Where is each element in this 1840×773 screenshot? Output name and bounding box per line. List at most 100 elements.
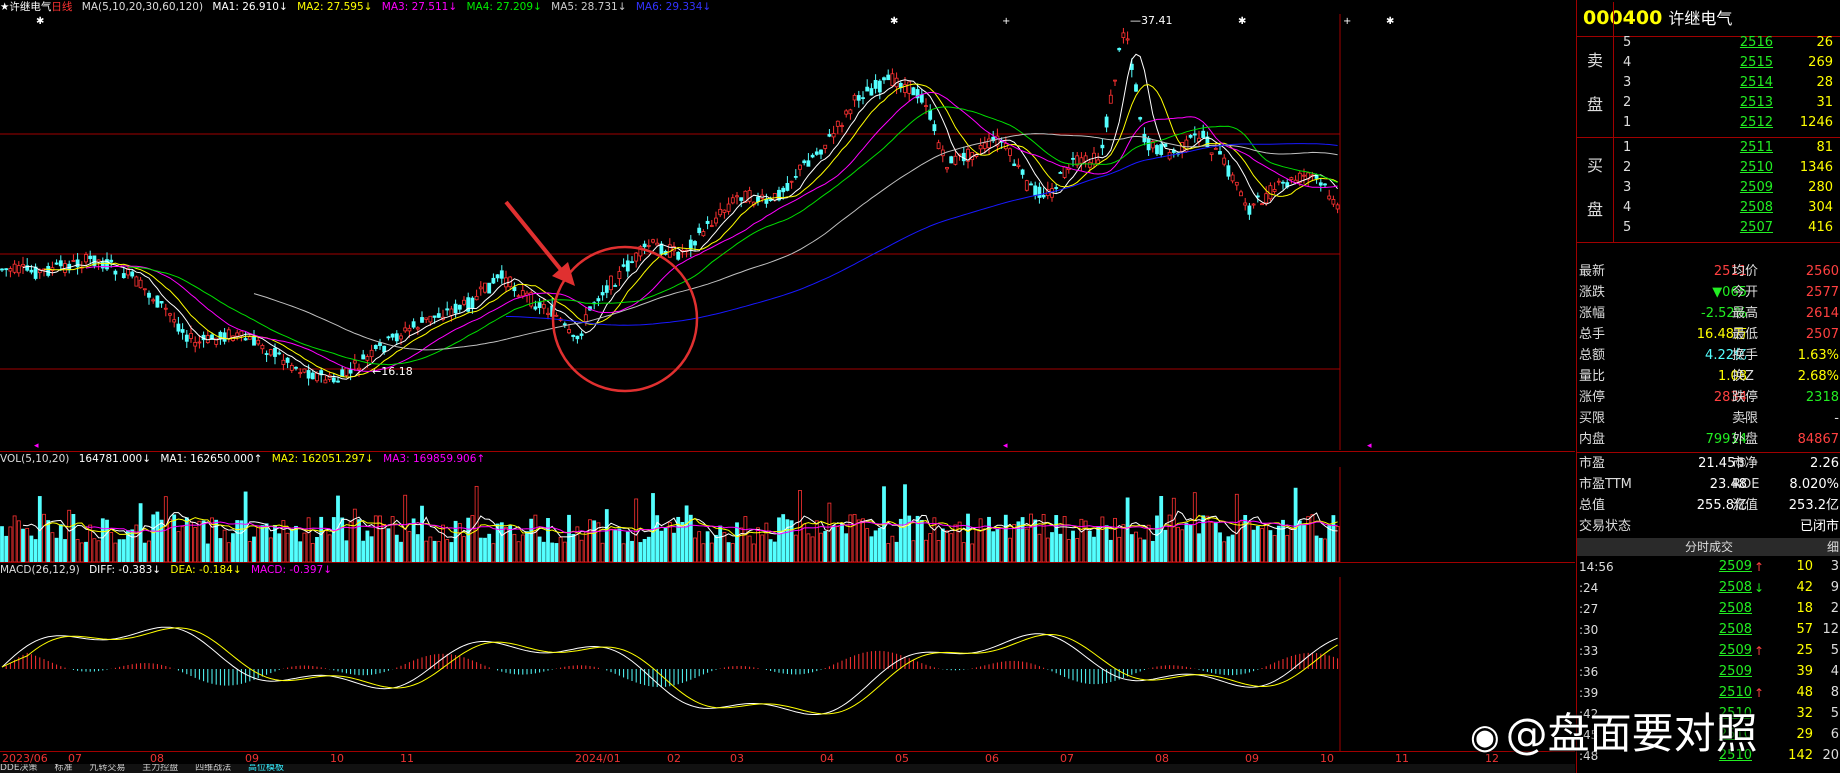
candle-body xyxy=(1218,151,1222,155)
volume-bar xyxy=(1293,487,1298,562)
candle-body xyxy=(331,377,336,383)
volume-bar xyxy=(1171,497,1176,562)
quote-panel: 000400 许继电气 卖盘 5 2516 26 4 2515 269 3 2514 28 2 251… xyxy=(1576,0,1840,773)
candle-body xyxy=(306,370,311,379)
sell-level-row[interactable]: 5 2516 26 xyxy=(1577,33,1840,53)
kline-chart[interactable]: —37.41 ←16.18 ✱ ✱ ✱ ✱ + + ◂ ◂ ◂ xyxy=(0,14,1575,450)
sell-level-row[interactable]: 4 2515 269 xyxy=(1577,53,1840,73)
tab-standard[interactable]: 标准 xyxy=(54,764,72,773)
candle-body xyxy=(432,315,437,318)
candle-body xyxy=(172,319,177,323)
volume-bar xyxy=(100,518,105,562)
tab-high-template[interactable]: 高位模板 xyxy=(248,764,284,773)
volume-bar xyxy=(386,528,391,562)
candle-body xyxy=(277,352,282,355)
volume-bar xyxy=(1184,522,1189,562)
candle-body xyxy=(987,138,991,149)
candle-body xyxy=(252,336,256,346)
volume-bar xyxy=(571,533,576,562)
volume-bar xyxy=(520,534,525,562)
candle-body xyxy=(184,334,189,342)
candle-body xyxy=(147,292,151,298)
tab-main-control[interactable]: 主力控盘 xyxy=(142,764,178,773)
sell-level-row[interactable]: 2 2513 31 xyxy=(1577,93,1840,113)
volume-bar xyxy=(827,502,832,562)
vol-params: VOL(5,10,20) xyxy=(0,453,70,465)
volume-svg xyxy=(0,467,1341,562)
candle-body xyxy=(659,243,664,255)
candle-body xyxy=(394,333,399,342)
volume-bar xyxy=(252,536,256,562)
volume-bar xyxy=(399,541,403,562)
volume-bar xyxy=(453,520,458,562)
candle-body xyxy=(1155,145,1159,155)
buy-level-row[interactable]: 4 2508 304 xyxy=(1577,198,1840,218)
candle-body xyxy=(109,259,114,263)
volume-bar xyxy=(646,536,651,562)
trade-row[interactable]: :24 2508 ↓ 42 9 xyxy=(1577,578,1840,598)
candle-body xyxy=(428,315,433,323)
volume-bar xyxy=(205,543,210,562)
candle-body xyxy=(138,279,143,289)
indicator-tabs: DDE决策 标准 九转交易 主力控盘 四维战法 高位模板 xyxy=(0,764,1575,773)
candle-body xyxy=(907,81,912,94)
ma-line xyxy=(253,133,1338,351)
candle-body xyxy=(928,109,933,120)
candle-body xyxy=(273,347,277,357)
range-marker: ◂ xyxy=(1003,441,1008,450)
volume-bar xyxy=(705,531,710,562)
candle-body xyxy=(71,260,76,262)
volume-bar xyxy=(121,539,126,562)
buy-level-row[interactable]: 2 2510 1346 xyxy=(1577,158,1840,178)
volume-bar xyxy=(1302,524,1306,562)
candle-body xyxy=(1222,157,1227,165)
volume-bar xyxy=(298,541,303,562)
candle-body xyxy=(1029,183,1033,186)
trades-header[interactable]: 分时成交细 xyxy=(1577,538,1840,556)
candle-body xyxy=(840,125,844,127)
trade-row[interactable]: :27 2508 18 2 xyxy=(1577,599,1840,619)
volume-chart[interactable] xyxy=(0,467,1575,562)
candle-body xyxy=(1201,130,1206,138)
candle-body xyxy=(571,334,576,337)
candle-body xyxy=(256,339,261,345)
volume-bar xyxy=(54,537,59,562)
trade-row[interactable]: 14:56 2509 ↑ 10 3 xyxy=(1577,557,1840,577)
candle-body xyxy=(1016,164,1021,167)
tab-dde[interactable]: DDE决策 xyxy=(0,764,38,773)
trade-row[interactable]: :33 2509 ↑ 25 5 xyxy=(1577,641,1840,661)
candle-body xyxy=(806,160,811,167)
sell-level-row[interactable]: 1 2512 1246 xyxy=(1577,113,1840,133)
trade-row[interactable]: :36 2509 39 4 xyxy=(1577,662,1840,682)
star-icon[interactable]: ★ xyxy=(0,1,9,13)
candle-body xyxy=(651,239,655,243)
candle-body xyxy=(714,217,718,224)
stock-code[interactable]: 000400 xyxy=(1583,7,1662,29)
candle-body xyxy=(756,196,760,203)
candle-body xyxy=(793,176,798,178)
candle-body xyxy=(222,332,227,342)
candle-body xyxy=(1188,134,1193,138)
buy-level-row[interactable]: 3 2509 280 xyxy=(1577,178,1840,198)
candle-body xyxy=(1138,117,1143,120)
sell-level-row[interactable]: 3 2514 28 xyxy=(1577,73,1840,93)
stat-row: 最新 2511 均价 2560 xyxy=(1579,264,1839,279)
macd-dea: DEA: -0.184↓ xyxy=(170,564,242,576)
volume-bar xyxy=(478,537,483,562)
volume-bar xyxy=(1318,537,1323,562)
volume-bar xyxy=(352,508,357,562)
volume-bar xyxy=(491,543,496,562)
macd-chart[interactable] xyxy=(0,577,1575,751)
tab-four-dim[interactable]: 四维战法 xyxy=(195,764,231,773)
volume-bar xyxy=(978,518,983,562)
vol-ma1: MA1: 162650.000↑ xyxy=(160,453,263,465)
trade-row[interactable]: :30 2508 57 12 xyxy=(1577,620,1840,640)
buy-level-row[interactable]: 1 2511 81 xyxy=(1577,138,1840,158)
period-label[interactable]: 日线 xyxy=(51,1,72,13)
stock-name: 许继电气 xyxy=(9,1,52,13)
candle-body xyxy=(1134,84,1138,92)
candle-body xyxy=(831,133,836,138)
buy-level-row[interactable]: 5 2507 416 xyxy=(1577,218,1840,238)
volume-bar xyxy=(1054,515,1059,562)
tab-nine-turn[interactable]: 九转交易 xyxy=(89,764,125,773)
